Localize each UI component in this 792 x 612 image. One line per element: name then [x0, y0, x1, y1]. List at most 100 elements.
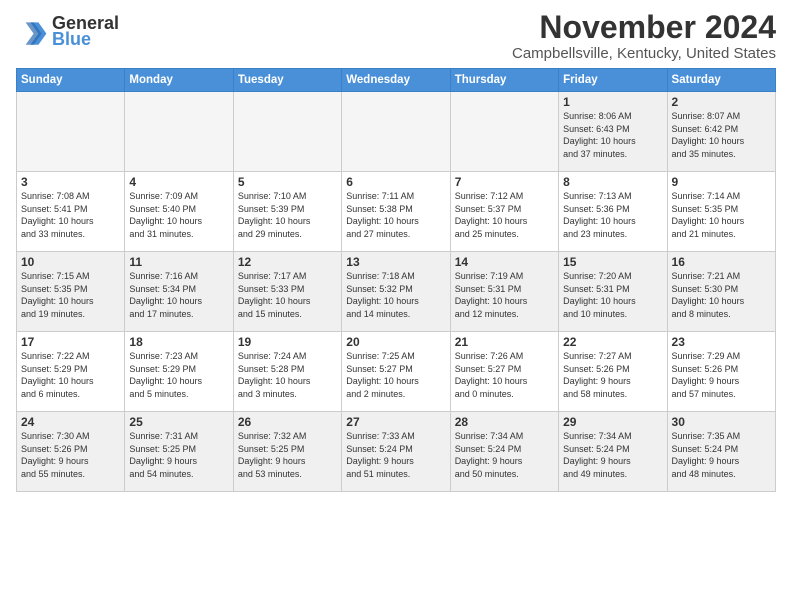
logo-icon	[16, 16, 48, 48]
day-number: 3	[21, 175, 120, 189]
calendar-cell: 12Sunrise: 7:17 AM Sunset: 5:33 PM Dayli…	[233, 252, 341, 332]
calendar-cell	[450, 92, 558, 172]
day-number: 12	[238, 255, 337, 269]
day-number: 1	[563, 95, 662, 109]
calendar-cell: 4Sunrise: 7:09 AM Sunset: 5:40 PM Daylig…	[125, 172, 233, 252]
calendar-cell: 18Sunrise: 7:23 AM Sunset: 5:29 PM Dayli…	[125, 332, 233, 412]
day-number: 8	[563, 175, 662, 189]
day-number: 25	[129, 415, 228, 429]
day-number: 15	[563, 255, 662, 269]
day-info: Sunrise: 7:29 AM Sunset: 5:26 PM Dayligh…	[672, 350, 771, 400]
calendar-cell: 15Sunrise: 7:20 AM Sunset: 5:31 PM Dayli…	[559, 252, 667, 332]
calendar-cell: 10Sunrise: 7:15 AM Sunset: 5:35 PM Dayli…	[17, 252, 125, 332]
day-info: Sunrise: 7:10 AM Sunset: 5:39 PM Dayligh…	[238, 190, 337, 240]
day-number: 18	[129, 335, 228, 349]
day-number: 26	[238, 415, 337, 429]
day-info: Sunrise: 7:09 AM Sunset: 5:40 PM Dayligh…	[129, 190, 228, 240]
day-number: 23	[672, 335, 771, 349]
day-number: 29	[563, 415, 662, 429]
calendar-cell: 5Sunrise: 7:10 AM Sunset: 5:39 PM Daylig…	[233, 172, 341, 252]
calendar-week-row: 10Sunrise: 7:15 AM Sunset: 5:35 PM Dayli…	[17, 252, 776, 332]
header: General Blue November 2024 Campbellsvill…	[16, 10, 776, 62]
day-number: 30	[672, 415, 771, 429]
day-info: Sunrise: 7:15 AM Sunset: 5:35 PM Dayligh…	[21, 270, 120, 320]
day-info: Sunrise: 8:07 AM Sunset: 6:42 PM Dayligh…	[672, 110, 771, 160]
calendar-cell	[17, 92, 125, 172]
day-info: Sunrise: 7:13 AM Sunset: 5:36 PM Dayligh…	[563, 190, 662, 240]
day-info: Sunrise: 7:32 AM Sunset: 5:25 PM Dayligh…	[238, 430, 337, 480]
day-info: Sunrise: 7:31 AM Sunset: 5:25 PM Dayligh…	[129, 430, 228, 480]
day-info: Sunrise: 7:08 AM Sunset: 5:41 PM Dayligh…	[21, 190, 120, 240]
day-number: 9	[672, 175, 771, 189]
calendar-cell: 24Sunrise: 7:30 AM Sunset: 5:26 PM Dayli…	[17, 412, 125, 492]
calendar-cell: 20Sunrise: 7:25 AM Sunset: 5:27 PM Dayli…	[342, 332, 450, 412]
logo: General Blue	[16, 14, 119, 50]
calendar-cell	[342, 92, 450, 172]
calendar-cell: 26Sunrise: 7:32 AM Sunset: 5:25 PM Dayli…	[233, 412, 341, 492]
day-info: Sunrise: 7:27 AM Sunset: 5:26 PM Dayligh…	[563, 350, 662, 400]
day-info: Sunrise: 7:34 AM Sunset: 5:24 PM Dayligh…	[455, 430, 554, 480]
day-number: 17	[21, 335, 120, 349]
day-info: Sunrise: 7:30 AM Sunset: 5:26 PM Dayligh…	[21, 430, 120, 480]
day-number: 16	[672, 255, 771, 269]
day-info: Sunrise: 7:19 AM Sunset: 5:31 PM Dayligh…	[455, 270, 554, 320]
calendar-cell: 25Sunrise: 7:31 AM Sunset: 5:25 PM Dayli…	[125, 412, 233, 492]
calendar-cell: 1Sunrise: 8:06 AM Sunset: 6:43 PM Daylig…	[559, 92, 667, 172]
calendar-cell: 28Sunrise: 7:34 AM Sunset: 5:24 PM Dayli…	[450, 412, 558, 492]
day-number: 27	[346, 415, 445, 429]
day-info: Sunrise: 8:06 AM Sunset: 6:43 PM Dayligh…	[563, 110, 662, 160]
day-number: 21	[455, 335, 554, 349]
calendar-cell: 3Sunrise: 7:08 AM Sunset: 5:41 PM Daylig…	[17, 172, 125, 252]
day-number: 7	[455, 175, 554, 189]
calendar-cell: 17Sunrise: 7:22 AM Sunset: 5:29 PM Dayli…	[17, 332, 125, 412]
day-number: 28	[455, 415, 554, 429]
col-header-wednesday: Wednesday	[342, 69, 450, 92]
page: General Blue November 2024 Campbellsvill…	[0, 0, 792, 502]
calendar-cell: 21Sunrise: 7:26 AM Sunset: 5:27 PM Dayli…	[450, 332, 558, 412]
calendar-header-row: SundayMondayTuesdayWednesdayThursdayFrid…	[17, 69, 776, 92]
calendar-week-row: 1Sunrise: 8:06 AM Sunset: 6:43 PM Daylig…	[17, 92, 776, 172]
day-info: Sunrise: 7:33 AM Sunset: 5:24 PM Dayligh…	[346, 430, 445, 480]
calendar-cell: 29Sunrise: 7:34 AM Sunset: 5:24 PM Dayli…	[559, 412, 667, 492]
calendar-week-row: 17Sunrise: 7:22 AM Sunset: 5:29 PM Dayli…	[17, 332, 776, 412]
calendar-cell: 2Sunrise: 8:07 AM Sunset: 6:42 PM Daylig…	[667, 92, 775, 172]
calendar-cell: 8Sunrise: 7:13 AM Sunset: 5:36 PM Daylig…	[559, 172, 667, 252]
day-info: Sunrise: 7:24 AM Sunset: 5:28 PM Dayligh…	[238, 350, 337, 400]
day-info: Sunrise: 7:16 AM Sunset: 5:34 PM Dayligh…	[129, 270, 228, 320]
day-info: Sunrise: 7:18 AM Sunset: 5:32 PM Dayligh…	[346, 270, 445, 320]
col-header-saturday: Saturday	[667, 69, 775, 92]
day-number: 24	[21, 415, 120, 429]
calendar-cell	[233, 92, 341, 172]
day-info: Sunrise: 7:26 AM Sunset: 5:27 PM Dayligh…	[455, 350, 554, 400]
day-info: Sunrise: 7:12 AM Sunset: 5:37 PM Dayligh…	[455, 190, 554, 240]
day-number: 20	[346, 335, 445, 349]
calendar-week-row: 3Sunrise: 7:08 AM Sunset: 5:41 PM Daylig…	[17, 172, 776, 252]
day-number: 13	[346, 255, 445, 269]
day-number: 11	[129, 255, 228, 269]
day-number: 2	[672, 95, 771, 109]
calendar-cell: 6Sunrise: 7:11 AM Sunset: 5:38 PM Daylig…	[342, 172, 450, 252]
month-title: November 2024	[512, 10, 776, 45]
calendar-cell: 11Sunrise: 7:16 AM Sunset: 5:34 PM Dayli…	[125, 252, 233, 332]
calendar-cell: 13Sunrise: 7:18 AM Sunset: 5:32 PM Dayli…	[342, 252, 450, 332]
calendar-cell	[125, 92, 233, 172]
day-info: Sunrise: 7:22 AM Sunset: 5:29 PM Dayligh…	[21, 350, 120, 400]
calendar-cell: 14Sunrise: 7:19 AM Sunset: 5:31 PM Dayli…	[450, 252, 558, 332]
location-title: Campbellsville, Kentucky, United States	[512, 45, 776, 62]
calendar-cell: 30Sunrise: 7:35 AM Sunset: 5:24 PM Dayli…	[667, 412, 775, 492]
day-number: 19	[238, 335, 337, 349]
logo-text: General Blue	[52, 14, 119, 50]
calendar-cell: 9Sunrise: 7:14 AM Sunset: 5:35 PM Daylig…	[667, 172, 775, 252]
day-number: 10	[21, 255, 120, 269]
calendar-table: SundayMondayTuesdayWednesdayThursdayFrid…	[16, 68, 776, 492]
day-number: 22	[563, 335, 662, 349]
col-header-tuesday: Tuesday	[233, 69, 341, 92]
day-number: 4	[129, 175, 228, 189]
day-number: 6	[346, 175, 445, 189]
day-info: Sunrise: 7:25 AM Sunset: 5:27 PM Dayligh…	[346, 350, 445, 400]
day-number: 5	[238, 175, 337, 189]
day-info: Sunrise: 7:23 AM Sunset: 5:29 PM Dayligh…	[129, 350, 228, 400]
day-number: 14	[455, 255, 554, 269]
day-info: Sunrise: 7:17 AM Sunset: 5:33 PM Dayligh…	[238, 270, 337, 320]
col-header-thursday: Thursday	[450, 69, 558, 92]
